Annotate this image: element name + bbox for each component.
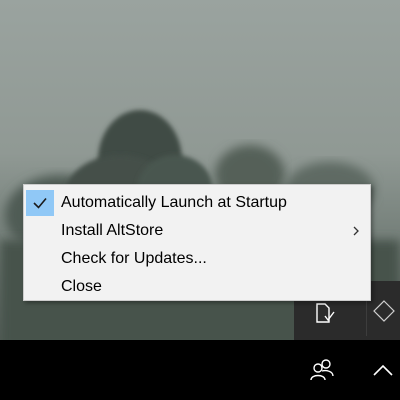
- menu-item-check-updates[interactable]: Check for Updates...: [24, 245, 370, 273]
- people-icon[interactable]: [309, 357, 335, 387]
- show-hidden-icons-chevron-icon[interactable]: [372, 362, 394, 382]
- menu-item-label: Automatically Launch at Startup: [61, 194, 287, 211]
- menu-item-label: Close: [61, 278, 102, 295]
- altstore-tray-icon[interactable]: [312, 301, 336, 329]
- menu-item-install-altstore[interactable]: Install AltStore: [24, 217, 370, 245]
- chevron-right-icon: [352, 217, 360, 245]
- checkmark-icon: [33, 197, 47, 209]
- menu-item-close[interactable]: Close: [24, 273, 370, 301]
- checkmark-highlight: [26, 190, 54, 216]
- menu-item-auto-launch[interactable]: Automatically Launch at Startup: [24, 189, 370, 217]
- taskbar: [0, 340, 400, 400]
- diamond-tray-icon[interactable]: [372, 299, 396, 327]
- tray-context-menu: Automatically Launch at Startup Install …: [23, 184, 371, 301]
- menu-item-label: Check for Updates...: [61, 250, 207, 267]
- menu-item-label: Install AltStore: [61, 222, 164, 239]
